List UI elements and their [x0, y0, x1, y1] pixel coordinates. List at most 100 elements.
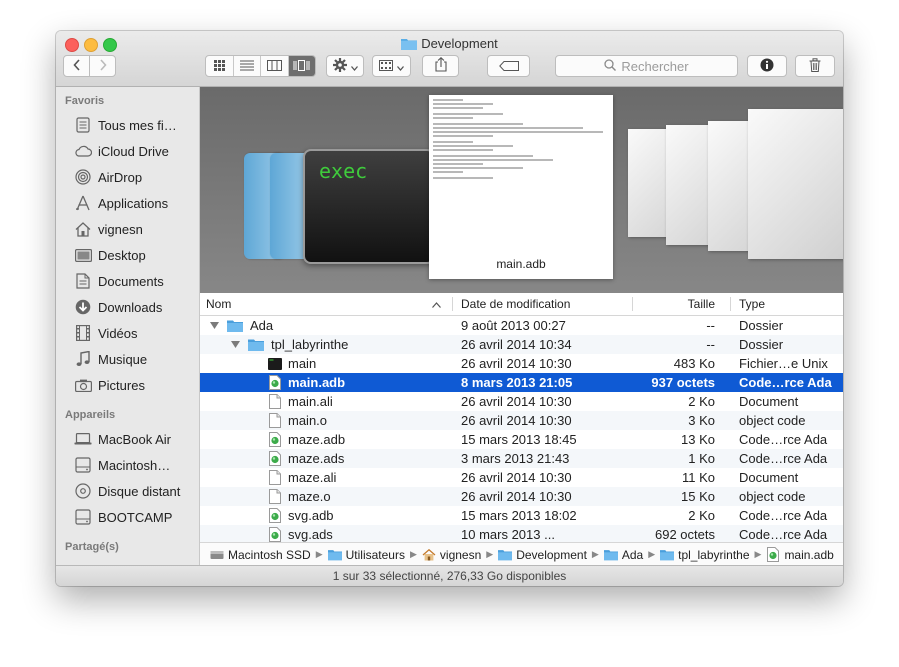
column-header-name[interactable]: Nom [206, 293, 446, 315]
file-date: 26 avril 2014 10:34 [461, 337, 572, 352]
sidebar-item-macbook-air[interactable]: MacBook Air [56, 428, 199, 450]
search-placeholder: Rechercher [621, 58, 689, 74]
sidebar-item-label: BOOTCAMP [98, 509, 173, 525]
file-row[interactable]: svg.ads 10 mars 2013 ... 692 octets Code…rc… [200, 525, 843, 542]
trash-button[interactable] [795, 55, 835, 77]
cover-flow-view-button[interactable] [288, 56, 315, 76]
folder-icon [226, 318, 244, 334]
search-field[interactable]: Rechercher [555, 55, 738, 77]
sidebar-item-icloud-drive[interactable]: iCloud Drive [56, 140, 199, 162]
cover-flow-preview[interactable]: exec main.adb [200, 87, 843, 293]
disclosure-triangle-icon[interactable] [208, 316, 220, 335]
file-size: -- [706, 337, 715, 352]
document-icon [268, 470, 282, 486]
hard-drive-icon [74, 508, 92, 526]
file-kind: Dossier [739, 318, 784, 333]
file-row[interactable]: tpl_labyrinthe 26 avril 2014 10:34 -- Dossi… [200, 335, 843, 354]
hard-drive-icon [210, 549, 224, 561]
arrange-grid-icon [379, 59, 393, 74]
path-item[interactable]: main.adb [766, 547, 834, 562]
path-item[interactable]: Ada [603, 548, 643, 562]
path-item[interactable]: Utilisateurs [327, 548, 405, 562]
tag-icon [498, 59, 519, 74]
file-name: main [288, 356, 317, 371]
sidebar-item-home[interactable]: vignesn [56, 218, 199, 240]
sidebar-item-videos[interactable]: Vidéos [56, 322, 199, 344]
file-name: maze.adb [288, 432, 346, 447]
file-row[interactable]: maze.adb 15 mars 2013 18:45 13 Ko Code…rce … [200, 430, 843, 449]
file-row[interactable]: main.ali 26 avril 2014 10:30 2 Ko Document [200, 392, 843, 411]
file-size: 11 Ko [681, 470, 715, 485]
folder-icon [327, 549, 342, 561]
path-item[interactable]: Development [498, 548, 587, 562]
path-item[interactable]: tpl_labyrinthe [660, 548, 750, 562]
sidebar-item-airdrop[interactable]: AirDrop [56, 166, 199, 188]
file-name: svg.ads [288, 527, 333, 542]
file-kind: Code…rce Ada [739, 527, 828, 542]
file-row[interactable]: maze.o 26 avril 2014 10:30 15 Ko object cod… [200, 487, 843, 506]
finder-window: Development Rechercher Favoris Tous mes … [56, 31, 843, 586]
action-menu-button[interactable] [326, 55, 364, 77]
sidebar-item-downloads[interactable]: Downloads [56, 296, 199, 318]
column-header-size[interactable]: Taille [631, 293, 715, 315]
file-kind: Code…rce Ada [739, 432, 828, 447]
file-date: 26 avril 2014 10:30 [461, 489, 572, 504]
file-row[interactable]: main.o 26 avril 2014 10:30 3 Ko object code [200, 411, 843, 430]
file-row[interactable]: main 26 avril 2014 10:30 483 Ko Fichier…e U… [200, 354, 843, 373]
sidebar-item-pictures[interactable]: Pictures [56, 374, 199, 396]
icon-view-button[interactable] [206, 56, 234, 76]
view-mode-control[interactable] [205, 55, 316, 77]
file-size: 3 Ko [688, 413, 715, 428]
document-icon [268, 489, 282, 505]
info-button[interactable] [747, 55, 787, 77]
desktop-icon [74, 246, 92, 264]
column-header-kind[interactable]: Type [739, 293, 839, 315]
file-kind: Document [739, 470, 799, 485]
file-kind: Code…rce Ada [739, 451, 828, 466]
path-items: Macintosh SSD ▶ Utilisateurs ▶ vignesn ▶ Devel… [200, 547, 834, 562]
home-icon [422, 548, 436, 561]
share-button[interactable] [422, 55, 459, 77]
list-view-button[interactable] [234, 56, 261, 76]
file-row[interactable]: Ada 9 août 2013 00:27 -- Dossier [200, 316, 843, 335]
path-separator-icon: ▶ [409, 549, 417, 559]
share-icon [434, 57, 447, 75]
file-row[interactable]: maze.ali 26 avril 2014 10:30 11 Ko Document [200, 468, 843, 487]
tags-button[interactable] [487, 55, 530, 77]
file-row[interactable]: main.adb 8 mars 2013 21:05 937 octets Code…… [200, 373, 843, 392]
disclosure-triangle-icon[interactable] [229, 335, 241, 354]
sidebar-item-bootcamp[interactable]: BOOTCAMP [56, 506, 199, 528]
path-item[interactable]: Macintosh SSD [210, 548, 311, 562]
path-item[interactable]: vignesn [422, 548, 481, 562]
column-view-button[interactable] [261, 56, 289, 76]
ada-source-icon [268, 451, 282, 467]
selected-file-cover[interactable]: main.adb [429, 95, 613, 279]
forward-button[interactable] [89, 55, 116, 77]
sidebar-item-label: Disque distant [98, 483, 181, 499]
file-date: 8 mars 2013 21:05 [461, 375, 573, 390]
path-separator-icon: ▶ [754, 549, 762, 559]
file-name: main.ali [288, 394, 333, 409]
sidebar-item-all-files[interactable]: Tous mes fi… [56, 114, 199, 136]
path-separator-icon: ▶ [648, 549, 656, 559]
file-row[interactable]: svg.adb 15 mars 2013 18:02 2 Ko Code…rce Ad… [200, 506, 843, 525]
home-icon [74, 220, 92, 238]
file-name: Ada [250, 318, 274, 333]
sidebar-item-remote-disc[interactable]: Disque distant [56, 480, 199, 502]
file-row[interactable]: maze.ads 3 mars 2013 21:43 1 Ko Code…rce Ad… [200, 449, 843, 468]
sidebar-item-documents[interactable]: Documents [56, 270, 199, 292]
sidebar-item-macintosh-hd[interactable]: Macintosh… [56, 454, 199, 476]
exec-file-cover[interactable]: exec [303, 149, 435, 264]
path-item-label: Development [516, 547, 587, 562]
sidebar-item-music[interactable]: Musique [56, 348, 199, 370]
arrange-menu-button[interactable] [372, 55, 411, 77]
airdrop-icon [74, 168, 92, 186]
file-kind: Code…rce Ada [739, 375, 832, 390]
chevron-right-icon [99, 58, 107, 74]
sidebar-item-applications[interactable]: Applications [56, 192, 199, 214]
file-size: 937 octets [651, 375, 715, 390]
back-button[interactable] [63, 55, 90, 77]
column-header-date[interactable]: Date de modification [461, 293, 631, 315]
sidebar-item-desktop[interactable]: Desktop [56, 244, 199, 266]
file-size: -- [706, 318, 715, 333]
